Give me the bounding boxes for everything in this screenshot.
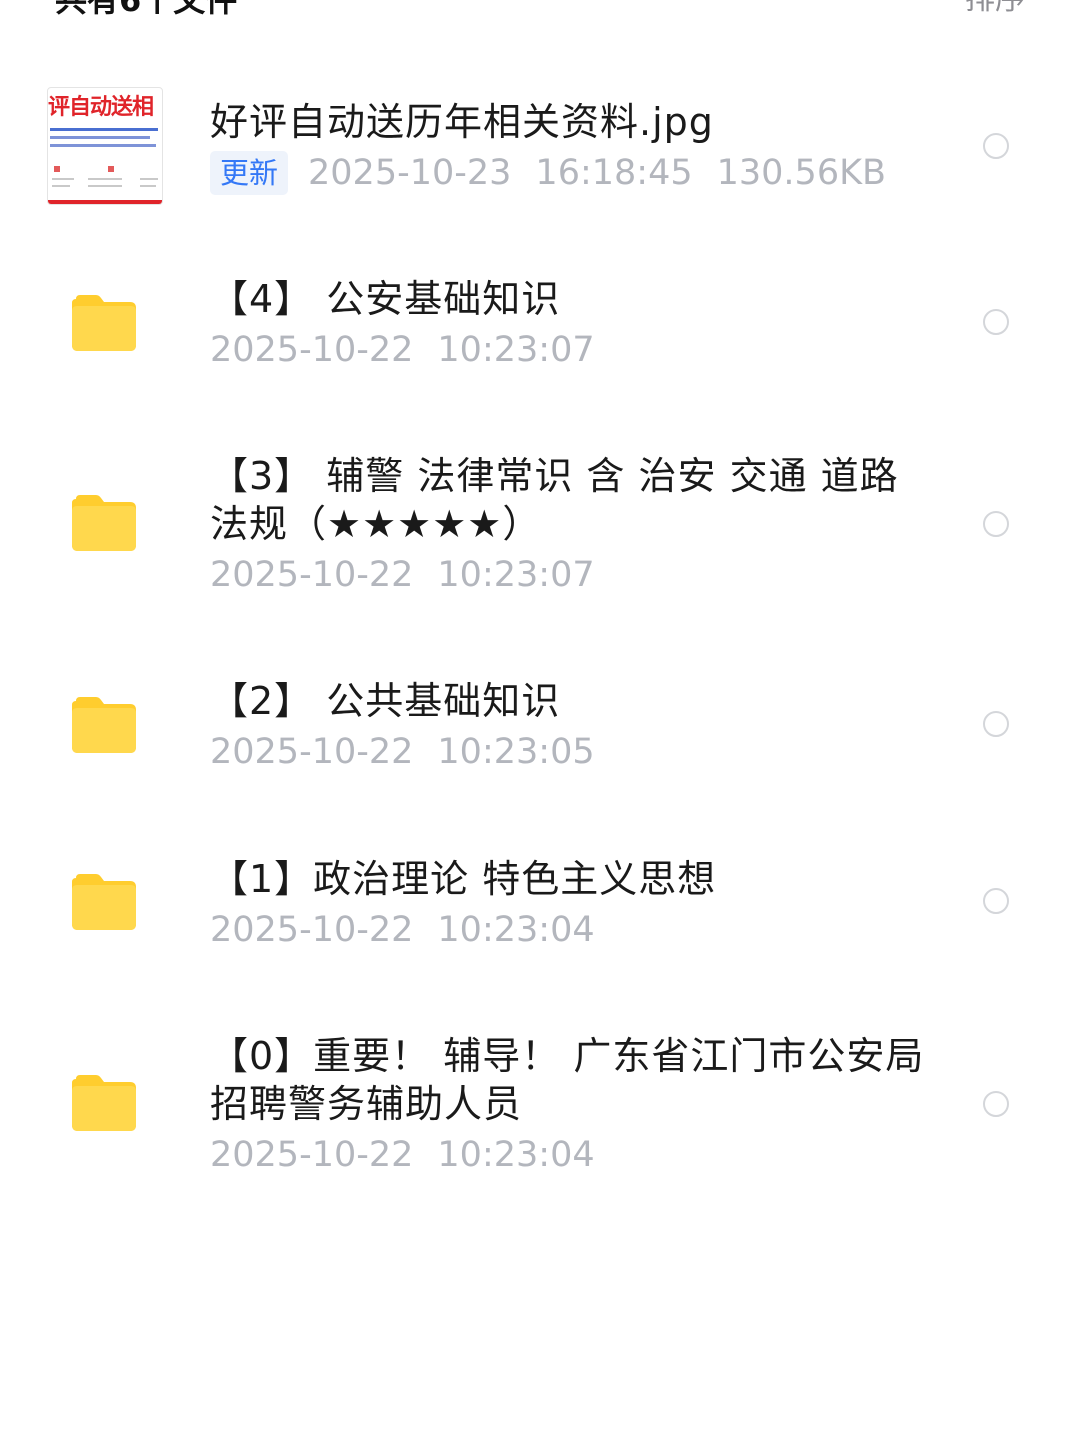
file-time: 16:18:45 [535,153,693,193]
folder-meta: 2025-10-22 10:23:04 [210,1132,930,1178]
list-item-folder[interactable]: 【1】政治理论 特色主义思想 2025-10-22 10:23:04 [0,815,1080,995]
folder-icon [72,1075,136,1131]
folder-time: 10:23:04 [437,910,595,950]
thumbnail-line [50,144,156,147]
folder-icon [72,874,136,930]
file-size: 130.56KB [716,153,887,193]
select-radio[interactable] [983,711,1009,737]
folder-date: 2025-10-22 [210,1135,414,1175]
folder-name: 【3】 辅警 法律常识 含 治安 交通 道路法规（★★★★★） [210,454,899,546]
select-radio[interactable] [983,133,1009,159]
folder-icon [72,697,136,753]
folder-name: 【0】重要！ 辅导！ 广东省江门市公安局招聘警务辅助人员 [210,1034,925,1126]
folder-date: 2025-10-22 [210,555,414,595]
select-radio[interactable] [983,888,1009,914]
folder-meta: 2025-10-22 10:23:04 [210,907,930,953]
thumbnail-caption [140,178,158,180]
folder-icon [72,295,136,351]
list-item-folder[interactable]: 【2】 公共基础知识 2025-10-22 10:23:05 [0,635,1080,815]
folder-name: 【1】政治理论 特色主义思想 [210,857,717,901]
thumbnail-text: 评自动送相 [48,95,154,120]
list-item-folder[interactable]: 【3】 辅警 法律常识 含 治安 交通 道路法规（★★★★★） 2025-10-… [0,410,1080,635]
thumbnail-caption [52,178,74,180]
folder-date: 2025-10-22 [210,910,414,950]
folder-date: 2025-10-22 [210,330,414,370]
folder-name: 【2】 公共基础知识 [210,679,561,723]
thumbnail-caption [88,185,122,187]
select-radio[interactable] [983,1091,1009,1117]
thumbnail-line [50,136,150,139]
thumbnail-line [50,128,158,131]
folder-icon [72,495,136,551]
list-item-folder[interactable]: 【4】 公安基础知识 2025-10-22 10:23:07 [0,230,1080,410]
thumbnail-caption [52,185,70,187]
folder-meta: 2025-10-22 10:23:07 [210,327,930,373]
thumbnail-file-mark [54,166,60,172]
folder-time: 10:23:07 [437,555,595,595]
file-meta: 更新 2025-10-23 16:18:45 130.56KB [210,150,930,196]
thumbnail-file-mark [108,166,114,172]
list-item-file-image[interactable]: 评自动送相 好评自动送历年相关资料.jpg 更新 2025-10-23 16:1… [0,0,1080,230]
select-radio[interactable] [983,511,1009,537]
list-item-folder[interactable]: 【0】重要！ 辅导！ 广东省江门市公安局招聘警务辅助人员 2025-10-22 … [0,995,1080,1220]
updated-badge: 更新 [210,151,289,195]
folder-meta: 2025-10-22 10:23:05 [210,729,930,775]
thumbnail-caption [140,185,156,187]
folder-time: 10:23:07 [437,330,595,370]
folder-meta: 2025-10-22 10:23:07 [210,552,930,598]
file-name: 好评自动送历年相关资料.jpg [210,100,714,144]
thumbnail-bottom-bar [48,200,162,204]
thumbnail-caption [88,178,122,180]
folder-date: 2025-10-22 [210,732,414,772]
folder-time: 10:23:05 [437,732,595,772]
folder-time: 10:23:04 [437,1135,595,1175]
file-date: 2025-10-23 [308,153,512,193]
folder-name: 【4】 公安基础知识 [210,277,561,321]
select-radio[interactable] [983,309,1009,335]
image-thumbnail-icon: 评自动送相 [47,87,163,205]
